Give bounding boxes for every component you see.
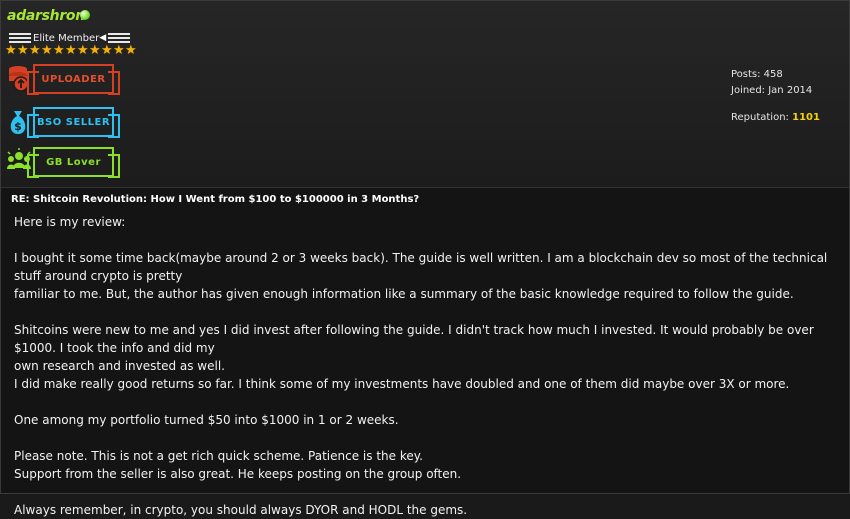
online-status-icon xyxy=(80,10,90,20)
post-text-line: Support from the seller is also great. H… xyxy=(14,467,462,481)
star-icon: ★ xyxy=(17,43,29,58)
post-blank-line xyxy=(14,393,844,411)
post-count: Posts: 458 xyxy=(731,69,783,80)
badge-label: BSO SELLER xyxy=(27,107,120,138)
rank-stripes-icon xyxy=(9,33,31,43)
username-link[interactable]: adarshron xyxy=(7,8,85,24)
star-icon: ★ xyxy=(113,43,125,58)
post-body: Here is my review: I bought it some time … xyxy=(14,213,844,519)
post-text-line: Here is my review: xyxy=(14,215,126,229)
post-subject: RE: Shitcoin Revolution: How I Went from… xyxy=(11,194,420,205)
user-stats: Posts: 458 Joined: Jan 2014 xyxy=(731,67,812,99)
rank-stars: ★ ★ ★ ★ ★ ★ ★ ★ ★ ★ ★ xyxy=(5,44,137,58)
post-text-line: Please note. This is not a get rich quic… xyxy=(14,449,423,463)
post-text-line: Shitcoins were new to me and yes I did i… xyxy=(14,323,814,355)
star-icon: ★ xyxy=(29,43,41,58)
forum-post: adarshron Elite Member ◀ ★ ★ ★ ★ ★ ★ ★ ★ ★ ★ ★ U xyxy=(0,0,850,517)
star-icon: ★ xyxy=(89,43,101,58)
star-icon: ★ xyxy=(53,43,65,58)
badge-label: UPLOADER xyxy=(27,64,120,95)
reputation-label: Reputation: xyxy=(731,112,789,123)
post-blank-line xyxy=(14,483,844,501)
star-icon: ★ xyxy=(41,43,53,58)
post-text-line: I did make really good returns so far. I… xyxy=(14,377,790,391)
post-blank-line xyxy=(14,231,844,249)
badge-uploader: UPLOADER xyxy=(6,64,120,95)
post-blank-line xyxy=(14,303,844,321)
star-icon: ★ xyxy=(101,43,113,58)
post-text-line: Always remember, in crypto, you should a… xyxy=(14,503,468,517)
badge-gb-lover: GB Lover xyxy=(6,147,120,178)
badge-bso-seller: $ BSO SELLER xyxy=(6,107,120,138)
star-icon: ★ xyxy=(77,43,89,58)
author-panel: adarshron Elite Member ◀ ★ ★ ★ ★ ★ ★ ★ ★ ★ ★ ★ U xyxy=(1,1,849,188)
star-icon: ★ xyxy=(125,43,137,58)
rank-arrow-icon: ◀ xyxy=(99,33,107,43)
rank-stripes-icon xyxy=(108,33,131,43)
join-date: Joined: Jan 2014 xyxy=(731,85,813,96)
post-blank-line xyxy=(14,429,844,447)
rank-title: Elite Member xyxy=(33,32,100,44)
reputation: Reputation: 1101 xyxy=(731,112,820,123)
post-text-line: own research and invested as well. xyxy=(14,359,225,373)
post-text-line: One among my portfolio turned $50 into $… xyxy=(14,413,399,427)
reputation-value[interactable]: 1101 xyxy=(792,112,820,123)
svg-text:$: $ xyxy=(14,120,22,133)
post-text-line: I bought it some time back(maybe around … xyxy=(14,251,828,283)
badge-label: GB Lover xyxy=(27,147,120,178)
star-icon: ★ xyxy=(65,43,77,58)
post-text-line: familiar to me. But, the author has give… xyxy=(14,287,794,301)
star-icon: ★ xyxy=(5,43,17,58)
